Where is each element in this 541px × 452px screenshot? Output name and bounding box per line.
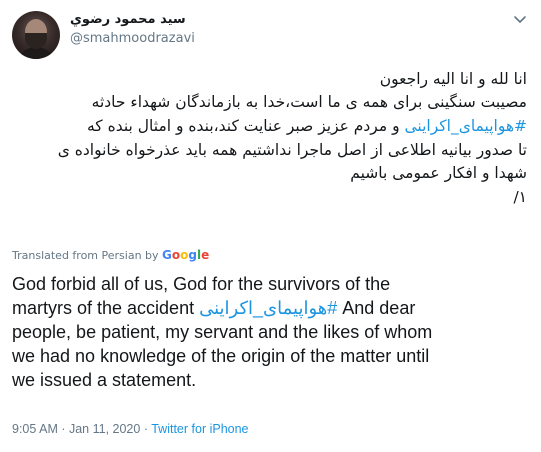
tweet-source-link[interactable]: Twitter for iPhone (151, 422, 248, 436)
translated-text-segment: martyrs of the accident (12, 298, 200, 318)
google-logo[interactable]: Google (162, 248, 209, 262)
translated-text-segment: And dear (337, 298, 416, 318)
tweet-text-line: #هواپیمای_اکراینی و مردم عزیز صبر عنایت … (12, 115, 527, 138)
tweet-text-line: تا صدور بیانیه اطلاعی از اصل ماجرا نداشت… (57, 141, 527, 159)
author-handle[interactable]: @smahmoodrazavi (70, 31, 195, 46)
tweet-text-line: انا لله و انا الیه راجعون (379, 70, 527, 88)
tweet-text-segment: و مردم عزیز صبر عنایت کند،بنده و امثال ب… (87, 117, 405, 135)
tweet-text-line: ۱/ (513, 188, 527, 206)
author-display-name[interactable]: سید محمود رضوي (70, 12, 186, 27)
hashtag-link[interactable]: #هواپیمای_اکراینی (405, 117, 528, 135)
translated-text-line: people, be patient, my servant and the l… (12, 322, 433, 342)
tweet-metadata: 9:05 AM · Jan 11, 2020 · Twitter for iPh… (12, 422, 249, 436)
translated-text-line: martyrs of the accident #هواپیمای_اکراین… (12, 296, 532, 320)
translated-text-line: we issued a statement. (12, 370, 197, 390)
hashtag-link[interactable]: #هواپیمای_اکراینی (199, 298, 337, 318)
tweet-date[interactable]: Jan 11, 2020 (69, 422, 140, 436)
tweet-time[interactable]: 9:05 AM (12, 422, 58, 436)
translation-label: Translated from Persian by (12, 249, 159, 262)
tweet-card: سید محمود رضوي @smahmoodrazavi انا لله و… (0, 0, 541, 452)
tweet-text-line: شهدا و افکار عمومی باشیم (350, 164, 527, 182)
separator: · (140, 422, 152, 436)
tweet-text-line: مصیبت سنگینی برای همه ی ما است،خدا به با… (91, 93, 527, 111)
translated-text-line: we had no knowledge of the origin of the… (12, 346, 430, 366)
separator: · (57, 422, 69, 436)
avatar[interactable] (12, 11, 60, 59)
translation-attribution: Translated from Persian by Google (12, 248, 209, 262)
chevron-down-icon[interactable] (512, 14, 528, 26)
translated-text-line: God forbid all of us, God for the surviv… (12, 274, 391, 294)
